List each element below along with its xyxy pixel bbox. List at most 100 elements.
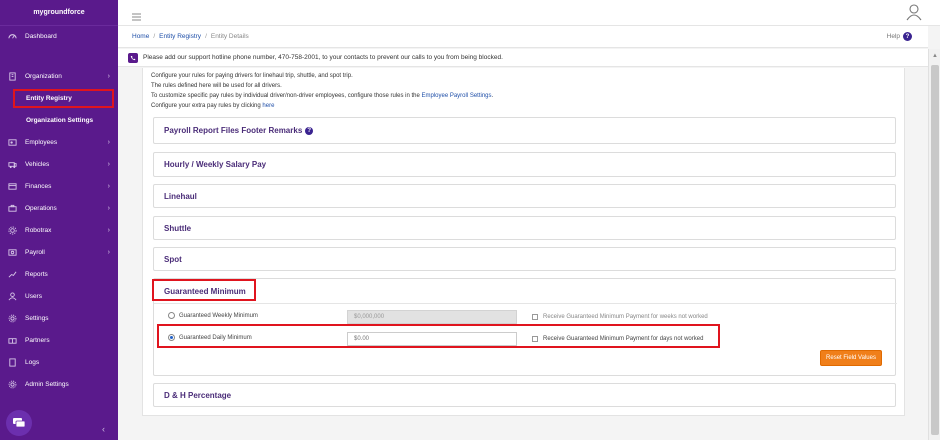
user-avatar-icon[interactable] [906, 4, 922, 26]
sidebar-item-label: Vehicles [25, 160, 50, 168]
dashboard-icon [8, 32, 17, 41]
chevron-right-icon: › [107, 248, 110, 256]
breadcrumb-home[interactable]: Home [132, 33, 149, 40]
sidebar: mygroundforce Dashboard Organization › E… [0, 0, 118, 440]
scrollbar[interactable]: ▲ [928, 49, 940, 440]
breadcrumb-current: Entity Details [210, 33, 249, 40]
sidebar-item-label: Robotrax [25, 226, 52, 234]
sidebar-item-label: Dashboard [25, 32, 57, 40]
top-bar [118, 0, 940, 26]
chevron-down-icon: › [107, 72, 110, 80]
extra-pay-rules-link[interactable]: here [262, 103, 274, 109]
weekly-minimum-input[interactable]: $0,000,000 [347, 310, 517, 324]
support-notice: Please add our support hotline phone num… [118, 49, 928, 67]
chat-icon [13, 418, 26, 428]
logs-icon [8, 357, 17, 367]
support-notice-text: Please add our support hotline phone num… [143, 54, 503, 61]
intro-line: Configure your extra pay rules by clicki… [151, 101, 493, 111]
chevron-right-icon: › [107, 182, 110, 190]
robotrax-icon [8, 225, 17, 235]
section-dh-percentage[interactable]: D & H Percentage [153, 383, 896, 407]
info-icon[interactable]: ? [305, 127, 314, 135]
intro-line: Configure your rules for paying drivers … [151, 73, 353, 79]
employees-icon [8, 138, 17, 147]
payroll-icon [8, 248, 17, 257]
gear-icon [8, 314, 17, 323]
section-spot[interactable]: Spot [153, 247, 896, 271]
phone-icon [128, 52, 138, 63]
entity-details-card: Configure your rules for paying drivers … [142, 68, 905, 416]
scrollbar-thumb[interactable] [931, 65, 939, 435]
admin-settings-icon [8, 380, 17, 389]
chat-button[interactable] [6, 410, 32, 436]
breadcrumb: Home / Entity Registry / Entity Details … [118, 26, 928, 48]
weekly-minimum-label: Guaranteed Weekly Minimum [179, 312, 258, 319]
intro-line: To customize specific pay rules by indiv… [151, 91, 493, 101]
section-title: Shuttle [164, 224, 192, 233]
reset-field-values-button[interactable]: Reset Field Values [820, 350, 882, 366]
sidebar-item-organization[interactable]: Organization › [0, 66, 118, 86]
highlight-box [157, 324, 720, 348]
sidebar-item-label: Reports [25, 270, 48, 278]
sidebar-item-partners[interactable]: Partners [0, 330, 118, 350]
breadcrumb-entity-registry[interactable]: Entity Registry [159, 33, 201, 40]
sidebar-item-robotrax[interactable]: Robotrax › [0, 220, 118, 240]
sidebar-item-settings[interactable]: Settings [0, 308, 118, 328]
sidebar-item-vehicles[interactable]: Vehicles › [0, 154, 118, 174]
chevron-right-icon: › [107, 160, 110, 168]
sidebar-item-label: Finances [25, 182, 52, 190]
operations-icon [8, 204, 17, 213]
organization-icon [8, 71, 17, 81]
sidebar-item-operations[interactable]: Operations › [0, 198, 118, 218]
intro-line: The rules defined here will be used for … [151, 83, 282, 89]
intro-text-fragment: . [491, 93, 494, 99]
finances-icon [8, 182, 17, 191]
sidebar-item-label: Employees [25, 138, 58, 146]
partners-icon [8, 336, 17, 345]
reports-icon [8, 270, 17, 279]
sidebar-item-admin-settings[interactable]: Admin Settings [0, 374, 118, 394]
sidebar-item-label: Settings [25, 314, 49, 322]
sidebar-item-employees[interactable]: Employees › [0, 132, 118, 152]
section-title: Payroll Report Files Footer Remarks? [164, 126, 314, 135]
section-hourly-weekly-salary[interactable]: Hourly / Weekly Salary Pay [153, 152, 896, 177]
highlight-box [152, 279, 256, 301]
section-title-text: Payroll Report Files Footer Remarks [164, 126, 303, 135]
sidebar-item-label: Admin Settings [25, 380, 69, 388]
brand-logo: mygroundforce [0, 0, 118, 26]
section-title: Linehaul [164, 192, 197, 201]
sidebar-subitem-organization-settings[interactable]: Organization Settings [0, 110, 118, 130]
sidebar-item-dashboard[interactable]: Dashboard [0, 26, 118, 46]
weeks-not-worked-option[interactable]: Receive Guaranteed Minimum Payment for w… [532, 314, 708, 320]
sidebar-item-label: Organization [25, 72, 62, 80]
weekly-minimum-option[interactable]: Guaranteed Weekly Minimum [168, 312, 258, 319]
weekly-minimum-radio[interactable] [168, 312, 175, 319]
collapse-sidebar-icon[interactable]: ‹ [102, 424, 105, 434]
chevron-right-icon: › [107, 138, 110, 146]
intro-text: Configure your rules for paying drivers … [151, 71, 493, 111]
sidebar-item-label: Partners [25, 336, 50, 344]
weeks-not-worked-label: Receive Guaranteed Minimum Payment for w… [543, 314, 708, 320]
sidebar-item-logs[interactable]: Logs [0, 352, 118, 372]
section-linehaul[interactable]: Linehaul [153, 184, 896, 208]
intro-text-fragment: Configure your extra pay rules by clicki… [151, 103, 263, 109]
sidebar-item-label: Logs [25, 358, 40, 366]
hamburger-menu-icon[interactable] [132, 8, 141, 26]
sidebar-item-finances[interactable]: Finances › [0, 176, 118, 196]
sidebar-item-users[interactable]: Users [0, 286, 118, 306]
section-shuttle[interactable]: Shuttle [153, 216, 896, 240]
sidebar-item-reports[interactable]: Reports [0, 264, 118, 284]
breadcrumb-separator: / [205, 33, 207, 40]
employee-payroll-settings-link[interactable]: Employee Payroll Settings [421, 93, 491, 99]
weeks-not-worked-checkbox[interactable] [532, 314, 538, 320]
chevron-right-icon: › [107, 204, 110, 212]
scroll-up-icon[interactable]: ▲ [932, 53, 938, 59]
sidebar-item-label: Users [25, 292, 42, 300]
section-footer-remarks[interactable]: Payroll Report Files Footer Remarks? [153, 117, 896, 144]
sidebar-item-payroll[interactable]: Payroll › [0, 242, 118, 262]
intro-text-fragment: To customize specific pay rules by indiv… [151, 93, 422, 99]
vehicles-icon [8, 160, 17, 169]
help-link[interactable]: Help ? [887, 32, 912, 41]
sidebar-item-label: Payroll [25, 248, 45, 256]
sidebar-item-label: Operations [25, 204, 57, 212]
